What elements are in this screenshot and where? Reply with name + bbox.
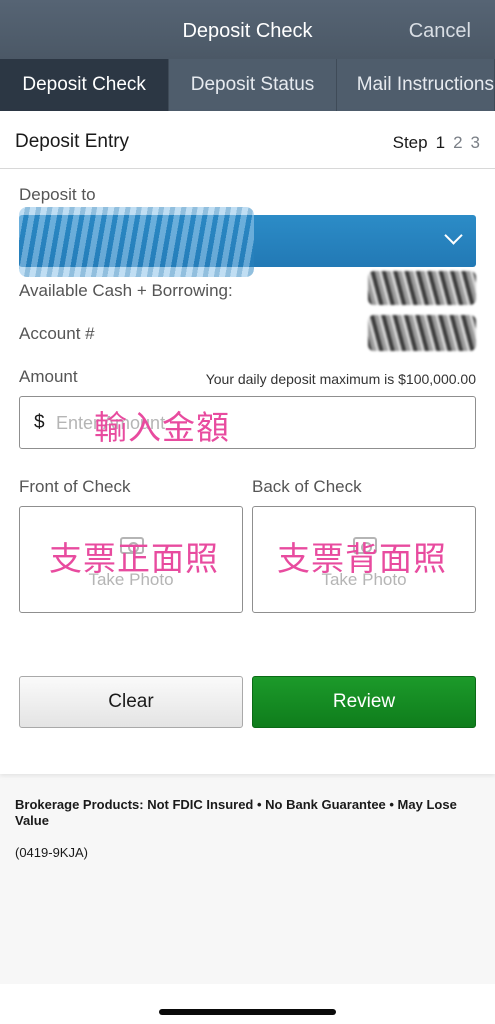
deposit-account-select[interactable] (19, 207, 476, 277)
deposit-entry-card: Deposit Entry Step 1 2 3 Deposit to Avai… (0, 111, 495, 774)
review-button[interactable]: Review (252, 676, 476, 728)
step-label: Step (392, 133, 428, 152)
step-1: 1 (435, 133, 446, 152)
entry-title: Deposit Entry (15, 131, 130, 152)
back-of-check-label: Back of Check (252, 477, 362, 496)
daily-max-hint: Your daily deposit maximum is $100,000.0… (205, 371, 476, 387)
amount-input[interactable]: $ Enter Amount 輸入金額 (19, 396, 476, 449)
redacted-account-number (368, 315, 476, 351)
home-bar (0, 984, 495, 1024)
step-3: 3 (470, 133, 480, 152)
redacted-account-name (19, 207, 254, 277)
nav-bar: Deposit Check Cancel (0, 0, 495, 59)
tab-bar: Deposit Check Deposit Status Mail Instru… (0, 59, 495, 111)
tab-deposit-check[interactable]: Deposit Check (0, 59, 170, 111)
cancel-button[interactable]: Cancel (409, 20, 471, 43)
currency-symbol: $ (34, 412, 45, 433)
chevron-down-icon (444, 226, 463, 245)
front-annotation: 支票正面照 (49, 540, 219, 577)
disclaimer-text: Brokerage Products: Not FDIC Insured • N… (15, 797, 457, 828)
back-annotation: 支票背面照 (277, 540, 447, 577)
disclosure-code: (0419-9KJA) (15, 845, 88, 860)
amount-label: Amount (19, 367, 78, 386)
amount-annotation: 輸入金額 (94, 409, 230, 446)
step-indicator: Step 1 2 3 (393, 133, 480, 153)
deposit-to-label: Deposit to (19, 185, 96, 204)
available-cash-label: Available Cash + Borrowing: (19, 281, 233, 300)
step-2: 2 (453, 133, 463, 152)
tab-mail-instructions[interactable]: Mail Instructions (337, 59, 495, 111)
home-indicator[interactable] (159, 1009, 336, 1015)
account-number-label: Account # (19, 324, 95, 343)
clear-button[interactable]: Clear (19, 676, 243, 728)
back-photo-button[interactable]: Take Photo 支票背面照 (252, 506, 476, 613)
front-photo-button[interactable]: Take Photo 支票正面照 (19, 506, 243, 613)
front-of-check-label: Front of Check (19, 477, 131, 496)
redacted-available-cash (368, 271, 476, 305)
entry-header: Deposit Entry Step 1 2 3 (0, 111, 495, 169)
tab-deposit-status[interactable]: Deposit Status (169, 59, 337, 111)
